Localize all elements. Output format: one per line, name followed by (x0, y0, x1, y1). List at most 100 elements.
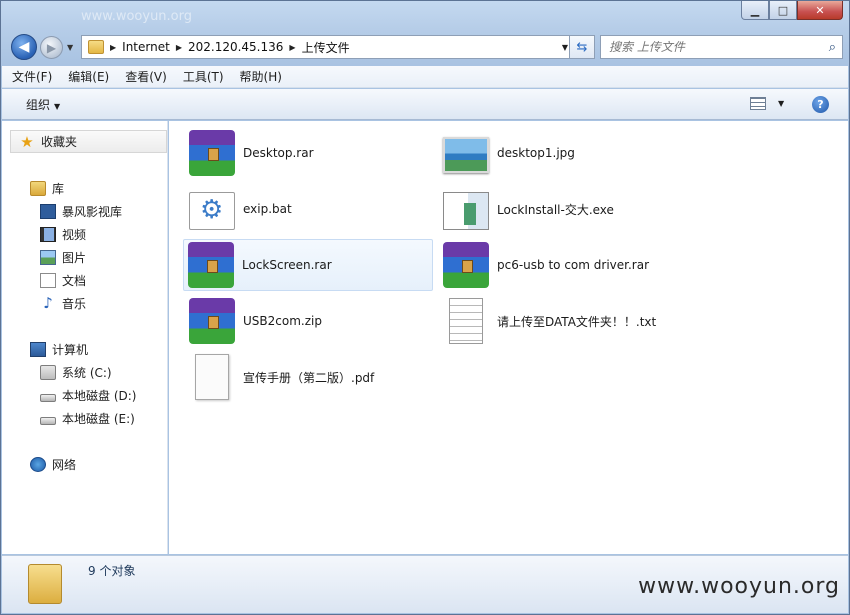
sidebar-item-computer[interactable]: 计算机 (30, 341, 88, 358)
file-name: exip.bat (243, 202, 292, 216)
folder-icon (88, 40, 104, 54)
blank-file-icon (195, 354, 229, 400)
sidebar-label: 暴风影视库 (62, 205, 123, 219)
sidebar-label: 系统 (C:) (62, 366, 112, 380)
file-name: LockScreen.rar (242, 258, 332, 272)
chevron-right-icon[interactable]: ▶ (176, 43, 182, 52)
back-button[interactable]: ◀ (11, 34, 37, 60)
navigation-pane: ★ 收藏夹 库 暴风影视库 视频 图片 文档 ♪ 音乐 计算机 系统 (C:) … (2, 121, 168, 554)
folder-icon (28, 564, 62, 604)
refresh-icon: ⇆ (576, 39, 588, 55)
sidebar-item-videos[interactable]: 视频 (40, 226, 86, 243)
view-details-icon (750, 97, 766, 110)
close-button[interactable]: ✕ (797, 1, 843, 20)
change-view-button[interactable]: ▼ (750, 97, 784, 110)
menu-edit[interactable]: 编辑(E) (68, 68, 109, 85)
organize-button[interactable]: 组织 ▼ (26, 96, 60, 113)
file-name: desktop1.jpg (497, 146, 575, 160)
file-item[interactable]: Desktop.rar (185, 127, 435, 179)
image-file-icon (443, 137, 489, 173)
sidebar-label: 视频 (62, 228, 87, 242)
search-icon[interactable]: ⌕ (829, 40, 836, 55)
file-item[interactable]: exip.bat (185, 183, 435, 235)
winrar-archive-icon (189, 130, 235, 176)
movie-library-icon (40, 204, 56, 219)
caption-buttons: ▁ □ ✕ (741, 1, 843, 20)
sidebar-item-drive-c[interactable]: 系统 (C:) (40, 364, 112, 381)
sidebar-label: 收藏夹 (41, 135, 78, 149)
file-name: 宣传手册（第二版）.pdf (243, 370, 375, 385)
explorer-window: www.wooyun.org ▁ □ ✕ ◀ ▶ ▼ ▶ Internet ▶ … (0, 0, 850, 615)
menu-view[interactable]: 查看(V) (125, 68, 167, 85)
file-name: LockInstall-交大.exe (497, 202, 614, 217)
sidebar-item-music[interactable]: ♪ 音乐 (40, 295, 86, 312)
details-pane: 9 个对象 www.wooyun.org (2, 555, 848, 613)
system-drive-icon (40, 365, 56, 380)
caret-down-icon[interactable]: ▼ (778, 99, 784, 108)
batch-file-icon (189, 192, 235, 230)
sidebar-item-network[interactable]: 网络 (30, 456, 76, 473)
sidebar-item-drive-d[interactable]: 本地磁盘 (D:) (40, 387, 136, 404)
search-input[interactable] (609, 40, 809, 54)
file-item[interactable]: 请上传至DATA文件夹！！.txt (439, 295, 699, 347)
sidebar-item-drive-e[interactable]: 本地磁盘 (E:) (40, 410, 135, 427)
file-item[interactable]: desktop1.jpg (439, 127, 689, 179)
chevron-right-icon[interactable]: ▶ (289, 43, 295, 52)
file-item[interactable]: 宣传手册（第二版）.pdf (185, 351, 435, 403)
sidebar-item-favorites[interactable]: ★ 收藏夹 (10, 130, 167, 153)
sidebar-label: 音乐 (62, 297, 87, 311)
picture-icon (40, 250, 56, 265)
sidebar-label: 计算机 (52, 343, 89, 357)
chevron-right-icon[interactable]: ▶ (110, 43, 116, 52)
file-item[interactable]: pc6-usb to com driver.rar (439, 239, 699, 291)
file-item[interactable]: LockInstall-交大.exe (439, 183, 689, 235)
music-note-icon: ♪ (43, 294, 53, 312)
recent-pages-dropdown[interactable]: ▼ (67, 43, 73, 52)
computer-icon (30, 342, 46, 357)
winrar-archive-icon (189, 298, 235, 344)
sidebar-label: 库 (52, 182, 65, 196)
sidebar-item-documents[interactable]: 文档 (40, 272, 86, 289)
maximize-button[interactable]: □ (769, 1, 797, 20)
document-icon (40, 273, 56, 288)
search-box[interactable]: ⌕ (600, 35, 843, 59)
sidebar-item-libraries[interactable]: 库 (30, 180, 64, 197)
executable-icon (443, 192, 489, 230)
caret-down-icon: ▼ (54, 101, 61, 111)
file-name: Desktop.rar (243, 146, 314, 160)
sidebar-label: 文档 (62, 274, 87, 288)
file-list: Desktop.rar desktop1.jpg exip.bat LockIn… (169, 121, 848, 554)
menu-file[interactable]: 文件(F) (12, 68, 52, 85)
help-button[interactable]: ? (812, 96, 829, 113)
forward-button[interactable]: ▶ (40, 36, 63, 59)
hard-drive-icon (40, 393, 56, 402)
sidebar-label: 本地磁盘 (E:) (62, 412, 135, 426)
sidebar-item-baofeng[interactable]: 暴风影视库 (40, 203, 122, 220)
sidebar-label: 图片 (62, 251, 87, 265)
minimize-button[interactable]: ▁ (741, 1, 769, 20)
command-bar: 组织 ▼ ▼ ? (2, 89, 848, 120)
refresh-button[interactable]: ⇆ (569, 35, 595, 59)
network-globe-icon (30, 457, 46, 472)
winrar-archive-icon (443, 242, 489, 288)
file-item[interactable]: USB2com.zip (185, 295, 435, 347)
organize-label: 组织 (26, 97, 51, 112)
film-strip-icon (40, 227, 56, 242)
file-item-selected[interactable]: LockScreen.rar (183, 239, 433, 291)
title-watermark: www.wooyun.org (81, 9, 193, 24)
sidebar-label: 本地磁盘 (D:) (62, 389, 137, 403)
file-name: pc6-usb to com driver.rar (497, 258, 650, 272)
watermark: www.wooyun.org (638, 574, 840, 599)
menu-tools[interactable]: 工具(T) (183, 68, 224, 85)
menu-bar: 文件(F) 编辑(E) 查看(V) 工具(T) 帮助(H) (2, 66, 848, 88)
address-dropdown-icon[interactable]: ▼ (562, 43, 568, 52)
file-name: 请上传至DATA文件夹！！.txt (497, 314, 657, 329)
breadcrumb-internet[interactable]: Internet (122, 40, 170, 54)
address-bar[interactable]: ▶ Internet ▶ 202.120.45.136 ▶ 上传文件 ▼ (81, 35, 575, 59)
menu-help[interactable]: 帮助(H) (240, 68, 282, 85)
breadcrumb-host[interactable]: 202.120.45.136 (188, 40, 283, 54)
breadcrumb-folder[interactable]: 上传文件 (302, 39, 350, 56)
sidebar-label: 网络 (52, 458, 77, 472)
star-icon: ★ (20, 132, 34, 151)
sidebar-item-pictures[interactable]: 图片 (40, 249, 86, 266)
